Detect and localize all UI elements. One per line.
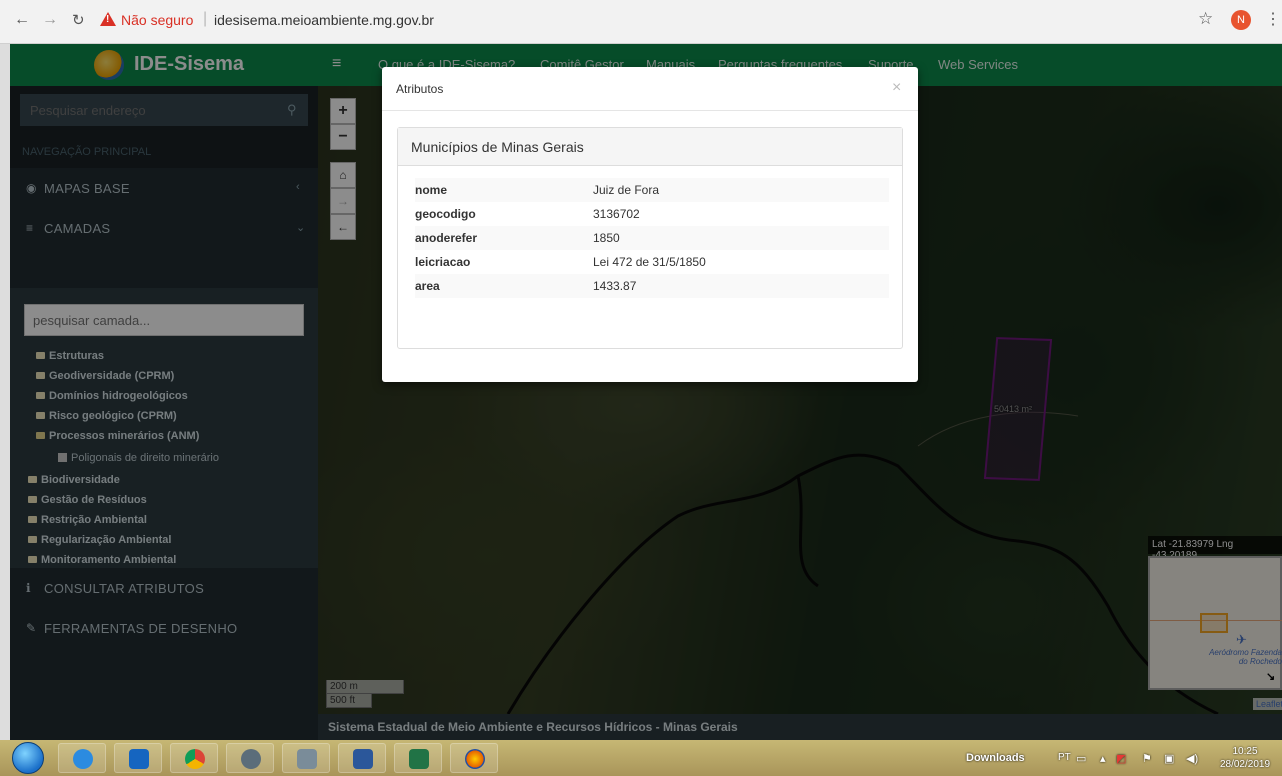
panel-header: Municípios de Minas Gerais [398,128,902,166]
table-row: anoderefer 1850 [415,226,889,250]
forward-arrow-icon[interactable]: → [42,11,58,29]
clock-date: 28/02/2019 [1219,759,1271,770]
taskbar-chrome[interactable] [170,743,218,773]
tray-expand-icon[interactable]: ▴ [1100,752,1106,765]
calculator-icon [297,749,317,769]
windows-taskbar: Downloads PT ▭ ▴ ◩ ⚑ ▣ ◀) 10:25 28/02/20… [0,740,1282,776]
system-clock[interactable]: 10:25 28/02/2019 [1214,745,1276,771]
keyboard-icon[interactable]: ▭ [1076,752,1086,765]
table-row: geocodigo 3136702 [415,202,889,226]
table-row: nome Juiz de Fora [415,178,889,202]
security-label[interactable]: Não seguro [121,12,193,28]
attr-key: geocodigo [415,207,476,221]
profile-avatar[interactable]: N [1231,10,1251,30]
browser-toolbar: ← → ↻ Não seguro | idesisema.meioambient… [0,0,1282,44]
attribute-table: nome Juiz de Fora geocodigo 3136702 anoder… [415,178,889,298]
taskbar-excel[interactable] [394,743,442,773]
attr-value: Lei 472 de 31/5/1850 [593,255,706,269]
modal-title: Atributos [396,82,444,96]
flag-icon[interactable]: ⚑ [1142,752,1152,765]
volume-icon[interactable]: ◀) [1186,752,1198,765]
reload-icon[interactable]: ↻ [72,11,85,29]
modal-header: Atributos × [382,67,918,111]
panel-title: Municípios de Minas Gerais [411,139,584,155]
attr-key: anoderefer [415,226,593,250]
close-icon[interactable]: × [892,79,901,97]
start-button[interactable] [12,742,44,774]
attributes-modal: Atributos × Municípios de Minas Gerais n… [382,67,918,382]
taskbar-downloads[interactable]: Downloads [966,752,1025,764]
url-separator: | [203,10,208,27]
attr-value: 1433.87 [593,274,889,298]
globe-pro-icon [241,749,261,769]
chrome-icon [185,749,205,769]
attr-key: nome [415,178,593,202]
attr-value: 3136702 [593,207,640,221]
taskbar-firefox[interactable] [450,743,498,773]
word-icon [353,749,373,769]
attr-key: leicriacao [415,255,471,269]
bookmark-star-icon[interactable]: ☆ [1198,9,1213,29]
attr-key: area [415,274,593,298]
attr-value: 1850 [593,226,889,250]
language-indicator[interactable]: PT [1058,752,1071,763]
browser-menu-icon[interactable]: ⋮ [1265,9,1281,29]
address-bar[interactable]: idesisema.meioambiente.mg.gov.br [214,12,434,28]
firefox-icon [465,749,485,769]
tray-app-icon[interactable]: ◩ [1116,752,1126,765]
warning-icon[interactable] [100,12,116,26]
network-icon[interactable]: ▣ [1164,752,1174,765]
ie-icon [73,749,93,769]
taskbar-calculator[interactable] [282,743,330,773]
taskbar-outlook[interactable] [114,743,162,773]
table-row: leicriacao Lei 472 de 31/5/1850 [415,250,889,274]
clock-time: 10:25 [1232,746,1258,757]
taskbar-ie[interactable] [58,743,106,773]
attr-value: Juiz de Fora [593,178,889,202]
table-row: area 1433.87 [415,274,889,298]
excel-icon [409,749,429,769]
attribute-panel: Municípios de Minas Gerais nome Juiz de F… [397,127,903,349]
back-arrow-icon[interactable]: ← [14,11,30,29]
outlook-icon [129,749,149,769]
taskbar-globe-pro[interactable] [226,743,274,773]
taskbar-word[interactable] [338,743,386,773]
